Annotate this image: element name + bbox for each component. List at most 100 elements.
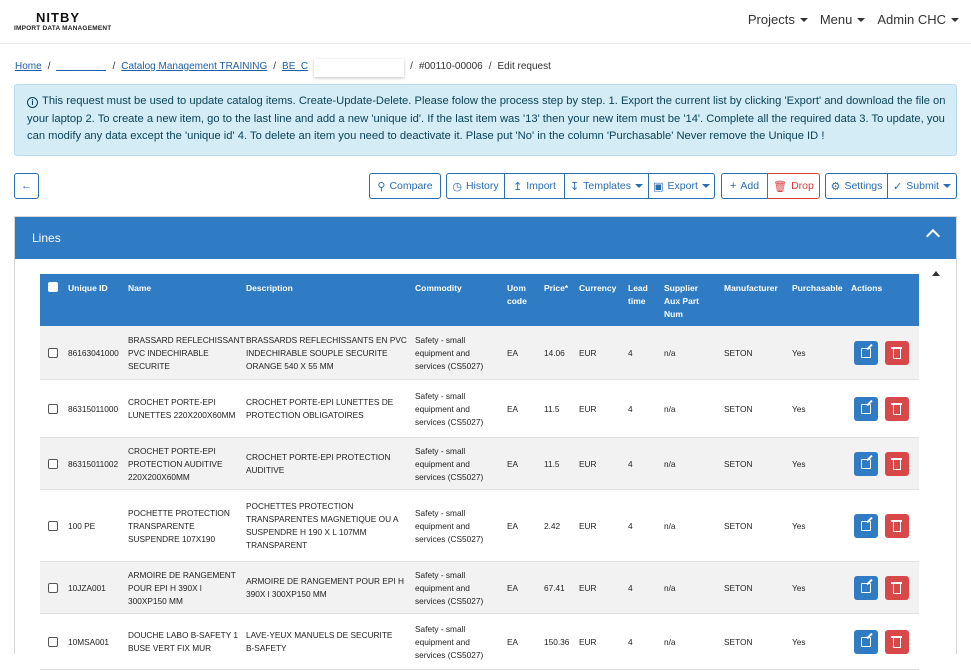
templates-dropdown[interactable]: ↧ Templates xyxy=(564,173,649,199)
file-export-icon: ▣ xyxy=(653,180,664,193)
col-currency[interactable]: Currency xyxy=(579,282,616,295)
cell-commodity: Safety - small equipment and services (CS5… xyxy=(415,390,483,429)
cell-manufacturer: SETON xyxy=(724,458,753,469)
back-button[interactable]: ← xyxy=(14,173,39,199)
alert-text: This request must be used to update cata… xyxy=(27,95,946,142)
settings-label: Settings xyxy=(844,180,883,192)
cell-uom: EA xyxy=(507,636,519,647)
row-checkbox[interactable] xyxy=(48,583,58,593)
edit-row-button[interactable] xyxy=(854,514,878,538)
trash-icon xyxy=(891,403,902,415)
cell-currency: EUR xyxy=(579,403,597,414)
cell-name-line: ARMOIRE DE RANGEMENT xyxy=(128,569,236,580)
table-header: Unique ID Name Description Commodity Uom… xyxy=(40,274,919,326)
cell-name: BRASSARD REFLECHISSANT PVC INDECHIRABLE SE… xyxy=(128,334,245,373)
col-price[interactable]: Price* xyxy=(544,282,568,295)
lines-panel-header[interactable]: Lines xyxy=(15,217,956,259)
edit-row-button[interactable] xyxy=(854,576,878,600)
delete-row-button[interactable] xyxy=(885,397,909,421)
delete-row-button[interactable] xyxy=(885,341,909,365)
breadcrumb-catalog[interactable]: Catalog Management TRAINING xyxy=(121,61,267,72)
select-all-checkbox[interactable] xyxy=(48,282,58,292)
cell-supplier-aux: n/a xyxy=(664,458,676,469)
breadcrumb-be[interactable]: BE_C xyxy=(282,61,308,72)
col-commodity[interactable]: Commodity xyxy=(415,282,462,295)
edit-row-button[interactable] xyxy=(854,341,878,365)
cell-name-line: TRANSPARENTE xyxy=(128,520,195,531)
cell-commodity-line: Safety - small xyxy=(415,334,466,345)
col-description[interactable]: Description xyxy=(246,282,293,295)
col-manufacturer[interactable]: Manufacturer xyxy=(724,282,778,295)
history-button[interactable]: ◷ History xyxy=(446,173,505,199)
cell-supplier-aux: n/a xyxy=(664,582,676,593)
cell-commodity-line: services (CS5027) xyxy=(415,416,484,427)
info-icon: i xyxy=(27,97,38,109)
cell-description-line: AUDITIVE xyxy=(246,465,285,475)
cell-name: DOUCHE LABO B-SAFETY 1 BUSE VERT FIX MUR xyxy=(128,629,238,655)
cell-description-line: TRANSPARENT xyxy=(246,540,308,550)
check-circle-icon: ✓ xyxy=(893,180,903,193)
caret-down-icon xyxy=(857,17,866,22)
delete-row-button[interactable] xyxy=(885,576,909,600)
nav-menu-dropdown[interactable]: Menu xyxy=(820,12,866,27)
edit-icon xyxy=(861,521,871,531)
cell-commodity-line: equipment and xyxy=(415,403,470,414)
row-checkbox[interactable] xyxy=(48,521,58,531)
scroll-up-arrow-icon[interactable] xyxy=(932,271,940,276)
nav-projects-dropdown[interactable]: Projects xyxy=(748,12,808,27)
breadcrumb-redacted-link[interactable] xyxy=(56,62,107,71)
delete-row-button[interactable] xyxy=(885,514,909,538)
col-unique-id[interactable]: Unique ID xyxy=(68,282,108,295)
row-checkbox[interactable] xyxy=(48,404,58,414)
delete-row-button[interactable] xyxy=(885,452,909,476)
edit-row-button[interactable] xyxy=(854,397,878,421)
col-lead-time[interactable]: Lead time xyxy=(628,282,648,308)
col-purchasable[interactable]: Purchasable xyxy=(792,282,843,295)
cell-name-line: CROCHET PORTE-EPI xyxy=(128,397,216,407)
cell-currency: EUR xyxy=(579,636,597,647)
breadcrumb-separator: / xyxy=(112,60,116,72)
cell-purchasable: Yes xyxy=(792,636,806,647)
submit-dropdown[interactable]: ✓ Submit xyxy=(887,173,957,199)
breadcrumb-home[interactable]: Home xyxy=(15,61,42,72)
cell-description-line: 390X l 300XP150 MM xyxy=(246,589,327,599)
import-button[interactable]: ↥ Import xyxy=(504,173,565,199)
cell-description-line: CROCHET PORTE-EPI LUNETTES DE xyxy=(246,397,394,407)
nav-user-dropdown[interactable]: Admin CHC xyxy=(877,12,959,27)
edit-icon xyxy=(861,459,871,469)
row-checkbox[interactable] xyxy=(48,459,58,469)
download-icon: ↧ xyxy=(569,180,580,193)
col-sup-line2: Aux Part xyxy=(664,296,699,306)
cell-name-line: CROCHET PORTE-EPI xyxy=(128,445,216,456)
col-uom-code[interactable]: Uom code xyxy=(507,282,527,308)
logo-text: NITBY xyxy=(36,10,80,25)
row-checkbox[interactable] xyxy=(48,637,58,647)
export-label: Export xyxy=(667,180,698,192)
export-dropdown[interactable]: ▣ Export xyxy=(648,173,715,199)
table-row: 86163041000 BRASSARD REFLECHISSANT PVC IND… xyxy=(40,326,919,380)
cell-name-line: SECURITE xyxy=(128,360,170,371)
cell-name-line: 220X200X60MM xyxy=(128,471,190,482)
row-checkbox[interactable] xyxy=(48,348,58,358)
edit-row-button[interactable] xyxy=(854,452,878,476)
nitby-logo[interactable]: NITBY IMPORT DATA MANAGEMENT xyxy=(14,10,111,36)
col-lead-line2: time xyxy=(628,296,646,306)
col-supplier-aux-part[interactable]: Supplier Aux Part Num xyxy=(664,282,699,321)
cell-name-line: LUNETTES 220X200X60MM xyxy=(128,410,236,420)
trash-icon xyxy=(891,347,902,359)
cell-currency: EUR xyxy=(579,458,597,469)
delete-row-button[interactable] xyxy=(885,630,909,654)
cell-unique-id: 86315011000 xyxy=(68,403,119,414)
edit-row-button[interactable] xyxy=(854,630,878,654)
compare-button[interactable]: ⚲ Compare xyxy=(369,173,441,199)
settings-button[interactable]: ⚙ Settings xyxy=(825,173,888,199)
col-name[interactable]: Name xyxy=(128,282,151,295)
cell-description-line: INDECHIRABLE SOUPLE SECURITE xyxy=(246,347,388,358)
drop-button[interactable]: 🗑 Drop xyxy=(767,173,820,199)
cell-name-line: 300XP150 MM xyxy=(128,595,183,606)
add-button[interactable]: + Add xyxy=(721,173,768,199)
cell-name-line: BUSE VERT FIX MUR xyxy=(128,643,212,653)
cell-description-line: PROTECTION OBLIGATOIRES xyxy=(246,410,364,420)
add-label: Add xyxy=(740,180,760,192)
chevron-up-icon[interactable] xyxy=(925,228,941,244)
